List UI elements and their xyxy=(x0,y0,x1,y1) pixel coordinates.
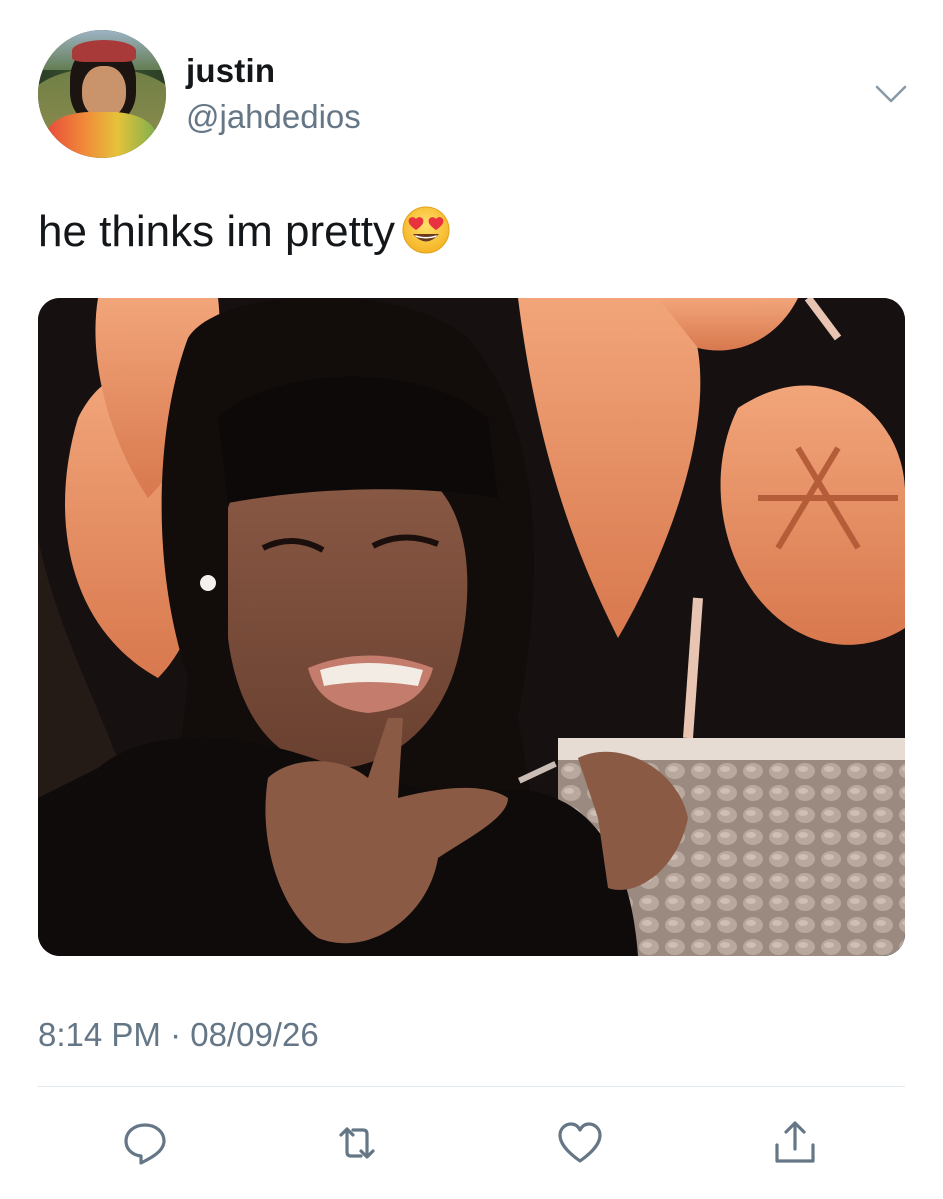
speech-bubble-icon xyxy=(124,1123,166,1165)
tweet-body: he thinks im pretty xyxy=(38,207,396,256)
tweet-media-image[interactable] xyxy=(38,298,905,956)
avatar-face xyxy=(82,66,126,118)
reply-button[interactable] xyxy=(120,1118,170,1168)
retweet-icon xyxy=(339,1127,375,1159)
avatar-cap xyxy=(72,40,136,62)
heart-eyes-emoji-icon xyxy=(401,205,451,255)
user-handle[interactable]: @jahdedios xyxy=(186,98,361,136)
divider xyxy=(38,1086,905,1087)
display-name[interactable]: justin xyxy=(186,52,275,90)
chevron-down-icon[interactable] xyxy=(874,82,908,106)
tweet-text: he thinks im pretty xyxy=(38,204,451,260)
retweet-button[interactable] xyxy=(332,1118,382,1168)
avatar-shirt xyxy=(46,112,156,158)
share-button[interactable] xyxy=(770,1118,820,1168)
tweet-card: justin @jahdedios he thinks im pretty 8:… xyxy=(0,0,943,1199)
like-button[interactable] xyxy=(555,1118,605,1168)
avatar[interactable] xyxy=(38,30,166,158)
heart-icon xyxy=(558,1122,602,1163)
share-icon xyxy=(775,1121,815,1163)
tweet-timestamp[interactable]: 8:14 PM · 08/09/26 xyxy=(38,1016,319,1054)
